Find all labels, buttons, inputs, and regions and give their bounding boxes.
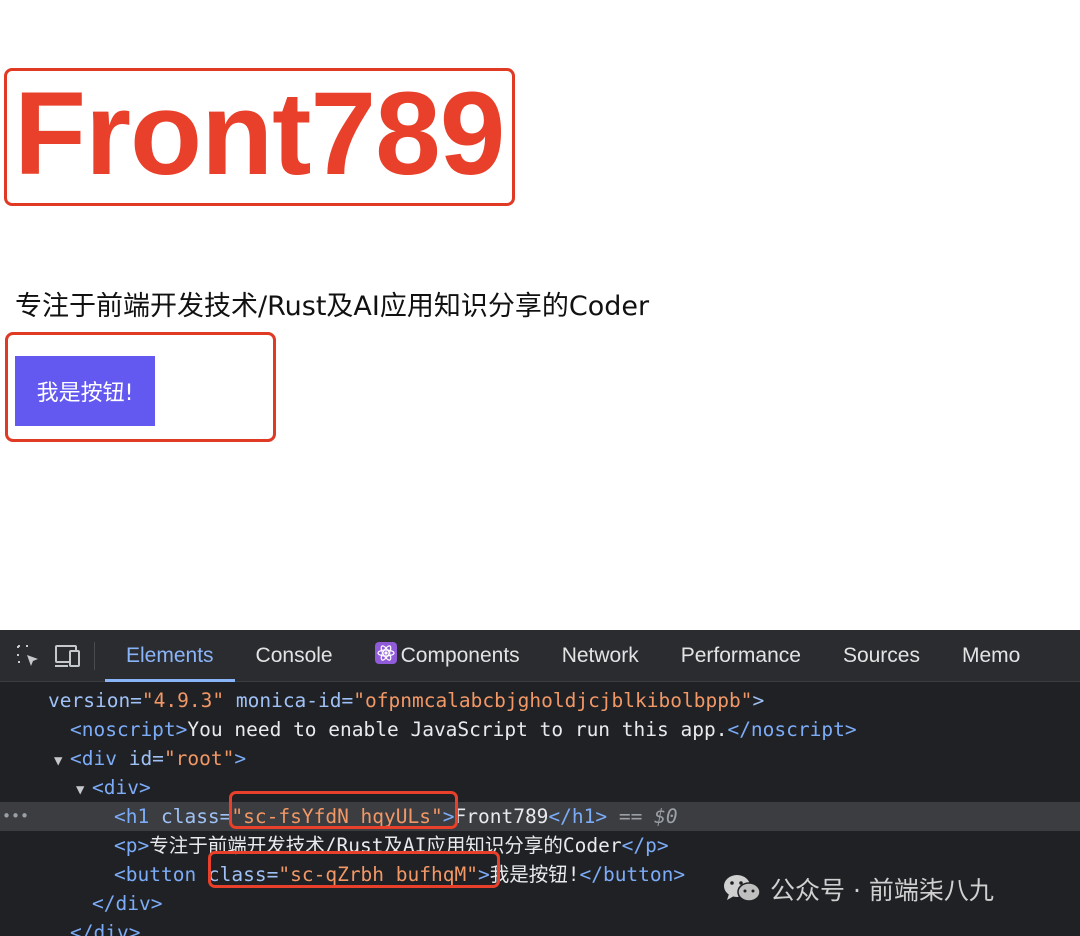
dom-tree: version="4.9.3" monica-id="ofpnmcalabcbj… [0,682,1080,936]
dom-line-div[interactable]: ▼ <div> [0,773,1080,802]
dom-line-h1[interactable]: ••• <h1 class="sc-fsYfdN hqyULs">Front789… [0,802,1080,831]
tab-console[interactable]: Console [235,630,354,681]
expand-triangle-icon[interactable]: ▼ [54,747,70,776]
dom-line-div-root-close[interactable]: </div> [0,918,1080,936]
rendered-page: Front789 专注于前端开发技术/Rust及AI应用知识分享的Coder 我… [0,0,1080,630]
dom-line-html-attrs[interactable]: version="4.9.3" monica-id="ofpnmcalabcbj… [0,686,1080,715]
selected-marker: == $0 [618,805,678,828]
devtools-panel: Elements Console Components Network Perf… [0,630,1080,936]
demo-button[interactable]: 我是按钮! [15,356,155,426]
page-description: 专注于前端开发技术/Rust及AI应用知识分享的Coder [15,291,650,322]
attr-version-value: "4.9.3" [141,689,225,712]
dom-line-noscript[interactable]: <noscript>You need to enable JavaScript … [0,715,1080,744]
button-class-highlight-box [208,851,500,888]
tab-elements[interactable]: Elements [105,630,235,682]
button-text: 我是按钮! [489,863,580,886]
tab-memory[interactable]: Memo [941,630,1041,681]
dom-line-p[interactable]: <p>专注于前端开发技术/Rust及AI应用知识分享的Coder</p> [0,831,1080,860]
noscript-text: You need to enable JavaScript to run thi… [187,718,728,741]
more-options-icon[interactable]: ••• [2,802,29,831]
page-title: Front789 [14,68,505,200]
h1-class-highlight-box [229,791,458,829]
wechat-icon [724,875,761,902]
toolbar-divider [94,641,95,670]
tab-network[interactable]: Network [541,630,660,681]
tab-performance[interactable]: Performance [660,630,822,681]
attr-monica-name: monica-id= [235,689,354,712]
attr-monica-value: "ofpnmcalabcbjgholdjcjblkibolbppb" [353,689,753,712]
dom-line-div-root[interactable]: ▼ <div id="root"> [0,744,1080,773]
devtools-toolbar: Elements Console Components Network Perf… [0,630,1080,682]
tab-sources[interactable]: Sources [822,630,941,681]
watermark-text: 公众号 · 前端柒八九 [770,876,994,905]
attr-version-name: version= [48,689,142,712]
tab-components[interactable]: Components [354,630,541,681]
inspect-element-icon[interactable] [8,630,48,681]
h1-text: Front789 [454,805,549,828]
div-root-id: "root" [163,747,235,770]
device-toggle-icon[interactable] [48,630,88,681]
expand-triangle-icon[interactable]: ▼ [76,776,92,805]
react-icon [374,641,397,670]
watermark: 公众号 · 前端柒八九 [722,869,994,909]
tab-components-label: Components [400,643,520,667]
